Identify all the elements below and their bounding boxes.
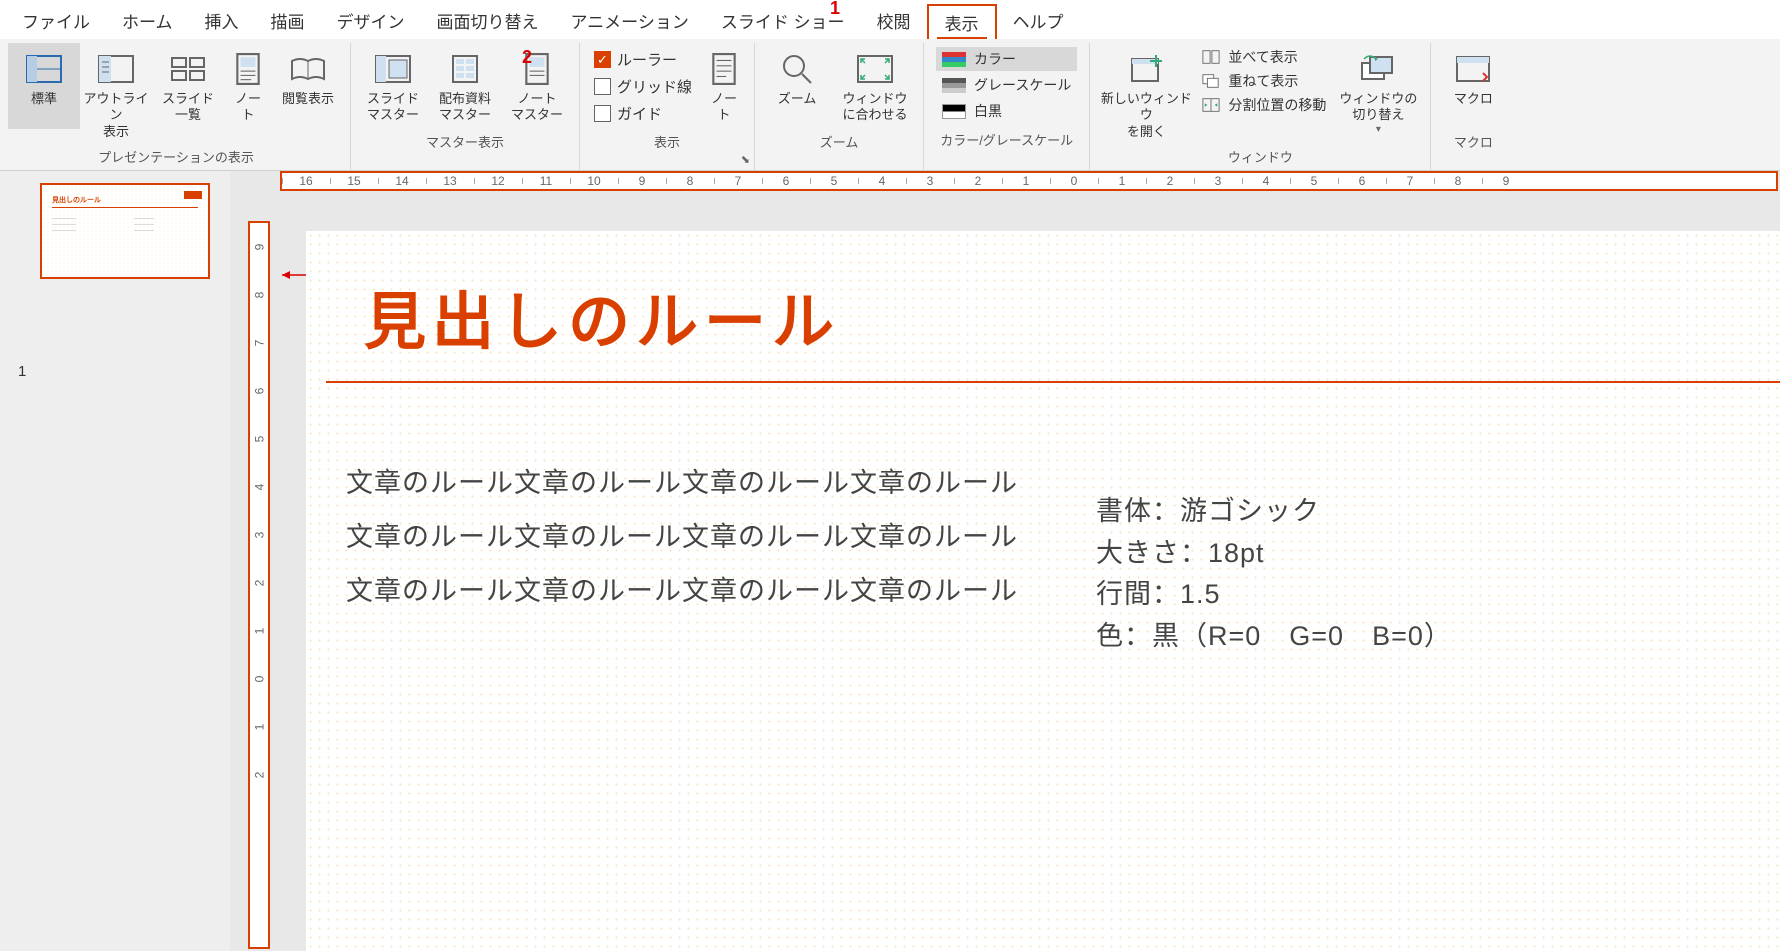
annotation-2: 2 bbox=[522, 47, 532, 68]
switch-windows-button[interactable]: ウィンドウの 切り替え ▾ bbox=[1332, 43, 1424, 139]
group-macro: マクロ マクロ bbox=[1431, 43, 1515, 170]
menu-transitions[interactable]: 画面切り替え bbox=[421, 4, 555, 39]
arrange-icon bbox=[1202, 49, 1220, 65]
menu-help[interactable]: ヘルプ bbox=[997, 4, 1080, 39]
notes-master-button[interactable]: ノート マスター bbox=[501, 43, 573, 129]
vertical-ruler[interactable]: 987654321012 bbox=[248, 221, 270, 949]
menu-review[interactable]: 校閲 bbox=[861, 4, 927, 39]
menu-insert[interactable]: 挿入 bbox=[189, 4, 255, 39]
gridlines-checkbox[interactable]: グリッド線 bbox=[594, 76, 692, 97]
bw-swatch-icon bbox=[942, 104, 966, 119]
new-window-icon bbox=[1128, 53, 1164, 85]
group-label: ウィンドウ bbox=[1096, 144, 1424, 170]
guides-checkbox[interactable]: ガイド bbox=[594, 103, 692, 124]
menu-bar: ファイル ホーム 挿入 描画 デザイン 画面切り替え アニメーション スライド … bbox=[0, 0, 1780, 39]
new-window-button[interactable]: 新しいウィンドウ を開く bbox=[1096, 43, 1196, 144]
group-window: 新しいウィンドウ を開く 並べて表示 重ねて表示 分割位置の移動 ウィンドウ bbox=[1090, 43, 1431, 170]
group-label: カラー/グレースケール bbox=[930, 127, 1083, 153]
slide-title[interactable]: 見出しのルール bbox=[364, 271, 840, 361]
normal-view-icon bbox=[26, 53, 62, 85]
title-underline bbox=[326, 381, 1780, 383]
annotation-1: 1 bbox=[830, 0, 840, 19]
handout-master-button[interactable]: 配布資料 マスター bbox=[429, 43, 501, 129]
menu-animations[interactable]: アニメーション bbox=[555, 4, 705, 39]
zoom-button[interactable]: ズーム bbox=[761, 43, 833, 129]
slide-master-icon bbox=[375, 53, 411, 85]
slide-thumbnail[interactable]: 見出しのルール ―――――――――――――――――― ―――――――――――――… bbox=[40, 183, 210, 279]
workspace: 1 見出しのルール ―――――――――――――――――― ―――――――――――… bbox=[0, 171, 1780, 951]
slide-body-text[interactable]: 文章のルール文章のルール文章のルール文章のルール文章のルール文章のルール文章のル… bbox=[346, 456, 1026, 618]
checkbox-icon bbox=[594, 78, 611, 95]
edit-area: 161514131211109876543210123456789 987654… bbox=[230, 171, 1780, 951]
dialog-launcher-icon[interactable]: ⬊ bbox=[741, 153, 750, 166]
color-mode-button[interactable]: カラー bbox=[936, 47, 1077, 71]
menu-draw[interactable]: 描画 bbox=[255, 4, 321, 39]
horizontal-ruler[interactable]: 161514131211109876543210123456789 bbox=[280, 171, 1778, 191]
group-master-views: スライド マスター 配布資料 マスター ノート マスター マスター表示 bbox=[351, 43, 580, 170]
view-outline-button[interactable]: アウトライン 表示 bbox=[80, 43, 152, 144]
outline-view-icon bbox=[98, 53, 134, 85]
slide-master-button[interactable]: スライド マスター bbox=[357, 43, 429, 129]
ruler-checkbox[interactable]: ✓ ルーラー bbox=[594, 49, 692, 70]
group-presentation-views: 標準 アウトライン 表示 スライド 一覧 ノー ト 閲覧表示 プレゼンテーション… bbox=[2, 43, 351, 170]
cascade-button[interactable]: 重ねて表示 bbox=[1202, 71, 1326, 91]
color-swatch-icon bbox=[942, 52, 966, 67]
view-notes-page-button[interactable]: ノー ト bbox=[224, 43, 272, 129]
grayscale-swatch-icon bbox=[942, 78, 966, 93]
chevron-down-icon: ▾ bbox=[1376, 124, 1381, 135]
fit-to-window-button[interactable]: ウィンドウ に合わせる bbox=[833, 43, 917, 129]
slide-info-text[interactable]: 書体：游ゴシック 大きさ：18pt 行間：1.5 色：黒（R=0 G=0 B=0… bbox=[1096, 491, 1452, 658]
split-icon bbox=[1202, 97, 1220, 113]
move-split-button[interactable]: 分割位置の移動 bbox=[1202, 95, 1326, 115]
arrange-all-button[interactable]: 並べて表示 bbox=[1202, 47, 1326, 67]
macros-button[interactable]: マクロ bbox=[1437, 43, 1509, 129]
thumbnail-panel: 見出しのルール ―――――――――――――――――― ―――――――――――――… bbox=[0, 171, 230, 951]
fit-window-icon bbox=[857, 53, 893, 85]
slide-canvas[interactable]: 見出しのルール 文章のルール文章のルール文章のルール文章のルール文章のルール文章… bbox=[306, 231, 1780, 951]
sorter-view-icon bbox=[170, 53, 206, 85]
view-slide-sorter-button[interactable]: スライド 一覧 bbox=[152, 43, 224, 129]
zoom-icon bbox=[779, 53, 815, 85]
notes-icon bbox=[706, 53, 742, 85]
view-normal-button[interactable]: 標準 bbox=[8, 43, 80, 129]
group-color-grayscale: カラー グレースケール 白黒 カラー/グレースケール bbox=[924, 43, 1090, 170]
blackwhite-mode-button[interactable]: 白黒 bbox=[936, 99, 1077, 123]
group-label: マクロ bbox=[1437, 129, 1509, 155]
notes-page-icon bbox=[230, 53, 266, 85]
group-zoom: ズーム ウィンドウ に合わせる ズーム bbox=[755, 43, 924, 170]
view-reading-button[interactable]: 閲覧表示 bbox=[272, 43, 344, 129]
group-show: ✓ ルーラー グリッド線 ガイド ノー ト 表示 ⬊ bbox=[580, 43, 755, 170]
macro-icon bbox=[1455, 53, 1491, 85]
cascade-icon bbox=[1202, 73, 1220, 89]
group-label: 表示 bbox=[586, 129, 748, 155]
group-label: マスター表示 bbox=[357, 129, 573, 155]
menu-file[interactable]: ファイル bbox=[6, 4, 106, 39]
menu-design[interactable]: デザイン bbox=[321, 4, 421, 39]
reading-view-icon bbox=[290, 53, 326, 85]
notes-button[interactable]: ノー ト bbox=[700, 43, 748, 129]
slide-number: 1 bbox=[18, 363, 26, 380]
group-label: ズーム bbox=[761, 129, 917, 155]
group-label: プレゼンテーションの表示 bbox=[8, 144, 344, 170]
handout-master-icon bbox=[447, 53, 483, 85]
checkbox-checked-icon: ✓ bbox=[594, 51, 611, 68]
switch-window-icon bbox=[1360, 53, 1396, 85]
ribbon: 2 標準 アウトライン 表示 スライド 一覧 ノー ト 閲覧表示 bbox=[0, 39, 1780, 171]
menu-home[interactable]: ホーム bbox=[106, 4, 189, 39]
menu-view[interactable]: 表示 bbox=[927, 4, 997, 39]
grayscale-mode-button[interactable]: グレースケール bbox=[936, 73, 1077, 97]
checkbox-icon bbox=[594, 105, 611, 122]
